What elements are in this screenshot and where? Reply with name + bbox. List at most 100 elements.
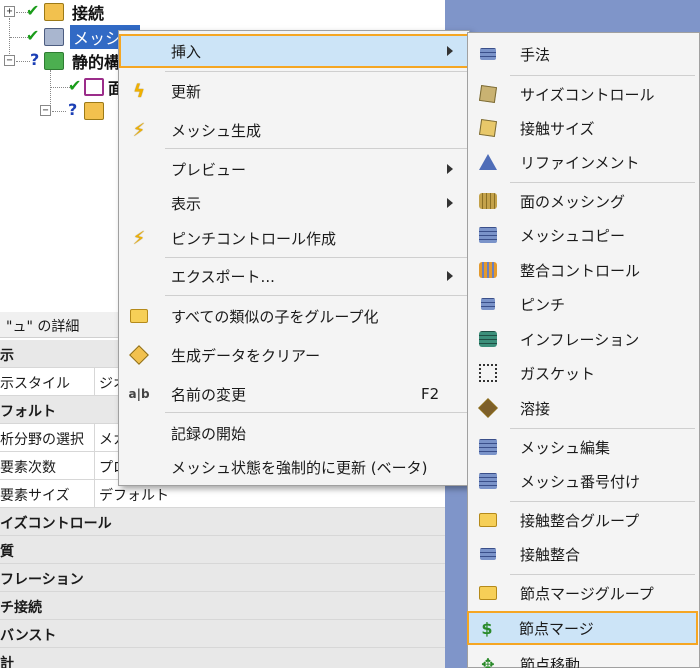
menu-item-label: ピンチ	[520, 295, 566, 314]
pinch-icon	[478, 294, 498, 314]
details-row-label: 要素サイズ	[0, 480, 95, 507]
submenu-item-node-merge[interactable]: $ 節点マージ	[467, 611, 698, 645]
folder-icon	[129, 306, 149, 326]
contact-folder-icon	[44, 3, 64, 21]
menu-item-label: 更新	[171, 82, 202, 101]
menu-item-label: サイズコントロール	[520, 85, 655, 104]
menu-item-label: メッシュ生成	[171, 121, 262, 140]
match-control-icon	[478, 260, 498, 280]
menu-item-label: 節点マージグループ	[520, 584, 654, 603]
check-icon: ✔	[26, 26, 40, 45]
menu-item-label: 接触サイズ	[520, 119, 595, 138]
menu-item-shortcut: F2	[421, 385, 440, 403]
details-row[interactable]: 計	[0, 648, 445, 668]
tree-expander[interactable]: −	[4, 55, 15, 66]
menu-item-label: 名前の変更	[171, 385, 247, 404]
menu-item-label: 表示	[171, 194, 202, 213]
tree-connector	[9, 18, 10, 60]
menu-item-force-update[interactable]: メッシュ状態を強制的に更新 (ベータ)	[121, 452, 467, 482]
mesh-numbering-icon	[478, 471, 498, 491]
menu-item-label: 手法	[520, 45, 551, 64]
menu-item-insert[interactable]: 挿入	[119, 34, 469, 68]
static-analysis-icon	[44, 52, 64, 70]
menu-item-label: エクスポート...	[171, 267, 275, 286]
submenu-item-method[interactable]: 手法	[470, 39, 695, 69]
submenu-item-mesh-edit[interactable]: メッシュ編集	[470, 432, 695, 462]
menu-separator	[165, 295, 467, 296]
details-row[interactable]: チ接続	[0, 592, 445, 620]
details-row[interactable]: フレーション	[0, 564, 445, 592]
submenu-item-inflation[interactable]: インフレーション	[470, 324, 695, 354]
details-title: "ュ" の詳細	[6, 319, 80, 335]
tree-item-label: 接続	[72, 4, 105, 23]
submenu-item-mesh-copy[interactable]: メッシュコピー	[470, 220, 695, 250]
menu-separator	[165, 412, 467, 413]
submenu-arrow-icon	[447, 164, 453, 174]
menu-item-label: ピンチコントロール作成	[171, 229, 337, 248]
submenu-item-gasket[interactable]: ガスケット	[470, 358, 695, 388]
menu-item-export[interactable]: エクスポート...	[121, 261, 467, 291]
submenu-item-mesh-numbering[interactable]: メッシュ番号付け	[470, 466, 695, 496]
details-row[interactable]: 質	[0, 536, 445, 564]
menu-item-start-recording[interactable]: 記録の開始	[121, 418, 467, 448]
submenu-item-contact-match[interactable]: 接触整合	[470, 539, 695, 569]
weld-icon	[478, 398, 498, 418]
tree-connector	[16, 61, 30, 62]
menu-item-label: 挿入	[171, 42, 202, 61]
inflation-icon	[478, 329, 498, 349]
tree-expander[interactable]: +	[4, 6, 15, 17]
node-merge-icon: $	[481, 618, 493, 638]
menu-item-label: 面のメッシング	[520, 192, 626, 211]
menu-separator	[510, 428, 695, 429]
details-row-label: バンスト	[0, 620, 300, 647]
sizing-icon	[478, 84, 498, 104]
menu-item-label: メッシュコピー	[520, 226, 626, 245]
submenu-item-contact-match-group[interactable]: 接触整合グループ	[470, 505, 695, 535]
submenu-item-sizing[interactable]: サイズコントロール	[470, 79, 695, 109]
details-row[interactable]: イズコントロール	[0, 508, 445, 536]
tree-item-static[interactable]: 静的構	[72, 49, 120, 73]
submenu-item-match-control[interactable]: 整合コントロール	[470, 255, 695, 285]
menu-item-label: 接触整合グループ	[520, 511, 640, 530]
submenu-item-refinement[interactable]: リファインメント	[470, 147, 695, 177]
menu-item-group-similar[interactable]: すべての類似の子をグループ化	[121, 301, 467, 331]
menu-item-label: リファインメント	[520, 153, 640, 172]
submenu-item-node-merge-group[interactable]: 節点マージグループ	[470, 578, 695, 608]
menu-item-generate-mesh[interactable]: ⚡ メッシュ生成	[121, 115, 467, 145]
tree-connector	[52, 111, 66, 112]
submenu-item-pinch[interactable]: ピンチ	[470, 289, 695, 319]
tree-expander[interactable]: −	[40, 105, 51, 116]
gasket-icon	[478, 363, 498, 383]
menu-item-preview[interactable]: プレビュー	[121, 154, 467, 184]
face-meshing-icon	[478, 191, 498, 211]
submenu-item-contact-sizing[interactable]: 接触サイズ	[470, 113, 695, 143]
menu-item-label: プレビュー	[171, 160, 247, 179]
menu-item-label: 溶接	[520, 399, 551, 418]
details-row[interactable]: バンスト	[0, 620, 445, 648]
mesh-copy-icon	[478, 225, 498, 245]
submenu-arrow-icon	[447, 46, 453, 56]
tree-connector	[50, 87, 70, 88]
contact-sizing-icon	[478, 118, 498, 138]
eraser-icon	[129, 345, 149, 365]
menu-item-update[interactable]: ϟ 更新	[121, 76, 467, 106]
menu-item-rename[interactable]: a|b 名前の変更 F2	[121, 379, 467, 409]
analysis-settings-icon	[84, 78, 104, 96]
check-icon: ✔	[68, 76, 82, 95]
menu-separator	[165, 257, 467, 258]
refinement-icon	[478, 152, 498, 172]
submenu-item-node-move[interactable]: ✥ 節点移動	[470, 649, 695, 668]
lightning-icon: ⚡	[132, 119, 146, 141]
menu-item-clear-generated[interactable]: 生成データをクリアー	[121, 340, 467, 370]
context-menu: 挿入 ϟ 更新 ⚡ メッシュ生成 プレビュー 表示 ⚡ ピンチコントロール作成 …	[118, 30, 470, 486]
tree-item-contact[interactable]: 接続	[72, 0, 104, 24]
submenu-item-face-meshing[interactable]: 面のメッシング	[470, 186, 695, 216]
menu-item-label: メッシュ番号付け	[520, 472, 641, 491]
menu-separator	[510, 574, 695, 575]
solution-icon	[84, 102, 104, 120]
mesh-icon	[44, 28, 64, 46]
submenu-item-weld[interactable]: 溶接	[470, 393, 695, 423]
mesh-edit-icon	[478, 437, 498, 457]
menu-item-create-pinch[interactable]: ⚡ ピンチコントロール作成	[121, 223, 467, 253]
menu-item-show[interactable]: 表示	[121, 188, 467, 218]
